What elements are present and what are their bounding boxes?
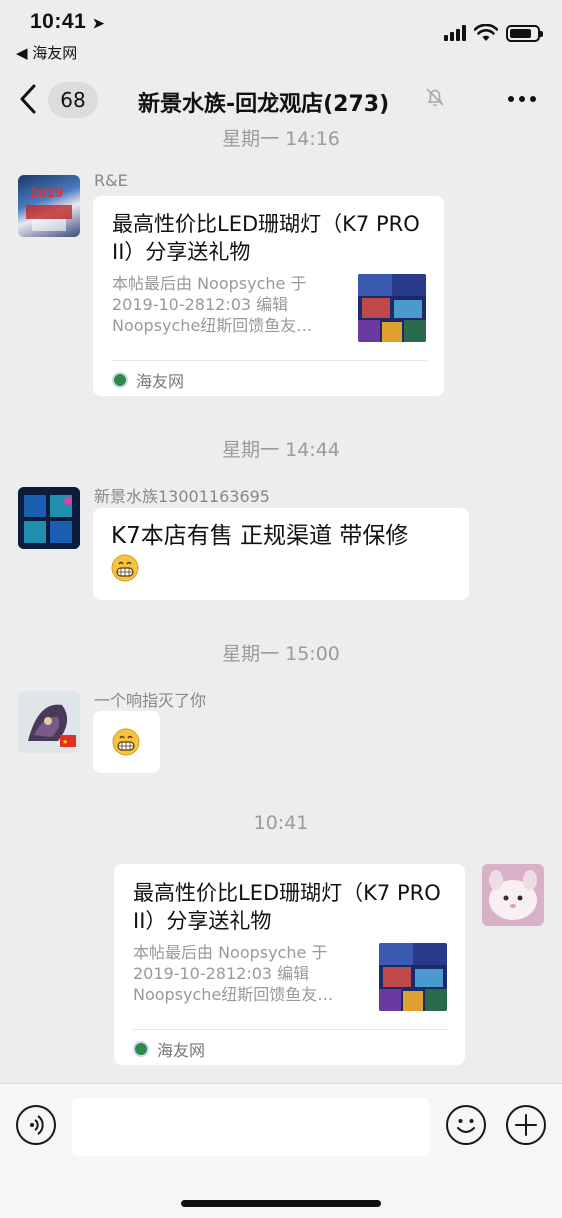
timestamp: 星期一 15:00 bbox=[222, 643, 340, 665]
card-source-label: 海友网 bbox=[136, 372, 185, 391]
card-desc-line: 本帖最后由 Noopsyche 于 bbox=[133, 943, 328, 962]
message-bubble[interactable] bbox=[93, 711, 160, 773]
location-arrow-icon: ➤ bbox=[92, 15, 105, 31]
timestamp: 10:41 bbox=[253, 812, 309, 834]
source-logo-icon bbox=[133, 1041, 149, 1057]
sender-name: 一个响指灭了你 bbox=[94, 691, 207, 710]
battery-icon bbox=[506, 24, 543, 42]
grin-emoji-icon bbox=[111, 554, 139, 582]
status-time: 10:41 ➤ bbox=[30, 10, 105, 33]
card-title: 最高性价比LED珊瑚灯（K7 PRO II）分享送礼物 bbox=[133, 881, 441, 933]
card-desc-line: 2019-10-2812:03 编辑 bbox=[112, 295, 289, 314]
system-icons bbox=[444, 24, 543, 42]
card-divider bbox=[133, 1029, 448, 1030]
card-desc-line: Noopsyche纽斯回馈鱼友… bbox=[112, 316, 313, 335]
message-text: K7本店有售 正规渠道 带保修 bbox=[111, 523, 409, 549]
unread-count-badge[interactable]: 68 bbox=[48, 82, 98, 118]
sender-name: R&E bbox=[94, 171, 128, 190]
mute-bell-icon bbox=[426, 88, 444, 107]
my-avatar[interactable] bbox=[482, 864, 544, 926]
avatar[interactable] bbox=[18, 487, 80, 549]
card-thumbnail bbox=[358, 274, 426, 342]
more-options-icon[interactable] bbox=[508, 96, 536, 102]
avatar[interactable]: 2019 bbox=[18, 175, 80, 237]
grin-emoji-icon bbox=[112, 728, 140, 756]
timestamp: 星期一 14:44 bbox=[222, 439, 340, 461]
card-source-label: 海友网 bbox=[157, 1041, 206, 1060]
chat-header: 68 新景水族-回龙观店(273) bbox=[0, 66, 562, 132]
svg-text:2019: 2019 bbox=[30, 186, 63, 200]
link-card[interactable]: 最高性价比LED珊瑚灯（K7 PRO II）分享送礼物 本帖最后由 Noopsy… bbox=[114, 864, 465, 1065]
link-card[interactable]: 最高性价比LED珊瑚灯（K7 PRO II）分享送礼物 本帖最后由 Noopsy… bbox=[93, 196, 444, 396]
wifi-icon bbox=[474, 24, 498, 41]
chat-title: 新景水族-回龙观店(273) bbox=[138, 92, 390, 117]
back-chevron-icon[interactable] bbox=[18, 82, 38, 125]
plus-icon[interactable] bbox=[506, 1105, 546, 1145]
status-bar: 10:41 ➤ ◀ 海友网 bbox=[0, 0, 562, 66]
card-desc-line: 2019-10-2812:03 编辑 bbox=[133, 964, 310, 983]
card-desc-line: Noopsyche纽斯回馈鱼友… bbox=[133, 985, 334, 1004]
svg-text:★: ★ bbox=[62, 738, 68, 746]
cellular-signal-icon bbox=[444, 25, 466, 41]
card-source: 海友网 bbox=[112, 368, 184, 392]
emoji-icon[interactable] bbox=[446, 1105, 486, 1145]
back-to-app-link[interactable]: ◀ 海友网 bbox=[16, 42, 77, 63]
card-source: 海友网 bbox=[133, 1037, 205, 1061]
source-logo-icon bbox=[112, 372, 128, 388]
message-input[interactable] bbox=[72, 1098, 430, 1156]
message-bubble[interactable]: K7本店有售 正规渠道 带保修 bbox=[93, 508, 469, 600]
sender-name: 新景水族13001163695 bbox=[94, 487, 270, 506]
card-title: 最高性价比LED珊瑚灯（K7 PRO II）分享送礼物 bbox=[112, 212, 420, 264]
input-bar bbox=[0, 1083, 562, 1218]
home-indicator bbox=[181, 1200, 381, 1207]
card-thumbnail bbox=[379, 943, 447, 1011]
card-divider bbox=[112, 360, 427, 361]
card-desc-line: 本帖最后由 Noopsyche 于 bbox=[112, 274, 307, 293]
timestamp: 星期一 14:16 bbox=[222, 128, 340, 150]
voice-icon[interactable] bbox=[16, 1105, 56, 1145]
avatar[interactable]: ★ bbox=[18, 691, 80, 753]
